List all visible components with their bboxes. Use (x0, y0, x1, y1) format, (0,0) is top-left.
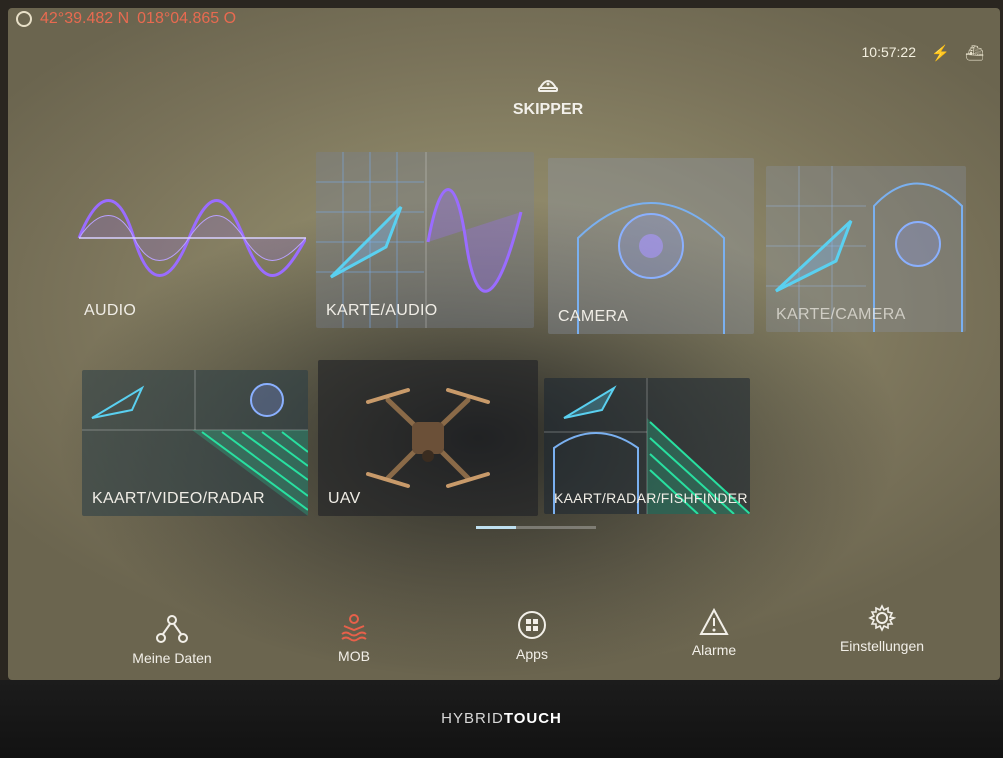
dock-meine-daten[interactable]: Meine Daten (112, 614, 232, 666)
apps-grid-icon (518, 611, 546, 639)
longitude: 018°04.865 O (137, 10, 237, 27)
tile-karte-camera-label: KARTE/CAMERA (776, 306, 906, 323)
tile-kaart-radar-fishfinder-label: KAART/RADAR/FISHFINDER (554, 490, 748, 506)
tile-kaart-video-radar-label: KAART/VIDEO/RADAR (92, 490, 265, 507)
dock-meine-daten-label: Meine Daten (132, 650, 212, 666)
brand-prefix: HYBRID (441, 710, 504, 727)
dock-apps-label: Apps (516, 646, 548, 662)
page-indicator-active (476, 526, 516, 529)
dock-mob[interactable]: MOB (294, 612, 414, 664)
tile-karte-audio[interactable]: KARTE/AUDIO (316, 152, 534, 328)
dock-alarme[interactable]: Alarme (654, 608, 774, 658)
dock-mob-label: MOB (338, 648, 370, 664)
profile-selector[interactable]: SKIPPER (498, 76, 598, 119)
display-screen: 42°39.482 N 018°04.865 O 10:57:22 ⚡ ⛴ SK… (8, 8, 1000, 680)
brand-suffix: TOUCH (503, 710, 562, 727)
device-brand: HYBRIDTOUCH (0, 710, 1003, 727)
status-bar: 42°39.482 N 018°04.865 O (8, 8, 1000, 38)
gear-icon (868, 604, 896, 632)
tile-uav-label: UAV (328, 490, 361, 507)
tile-kaart-radar-fishfinder[interactable]: KAART/RADAR/FISHFINDER (544, 378, 750, 514)
man-overboard-icon (341, 614, 367, 642)
page-indicator[interactable] (476, 526, 596, 529)
dock-alarme-label: Alarme (691, 642, 737, 658)
signal-icon: ⚡ (931, 45, 950, 62)
tile-uav[interactable]: UAV (318, 360, 538, 516)
clock: 10:57:22 (861, 44, 917, 60)
tile-audio[interactable]: AUDIO (74, 178, 306, 328)
globe-icon (16, 11, 32, 27)
dock-einstellungen[interactable]: Einstellungen (812, 604, 952, 654)
tile-audio-label: AUDIO (84, 302, 137, 319)
waypoints-icon (156, 615, 188, 643)
dock-apps[interactable]: Apps (472, 610, 592, 662)
tile-karte-audio-label: KARTE/AUDIO (326, 302, 438, 319)
boat-status-icon[interactable]: ⛴ (965, 44, 984, 62)
tile-camera-label: CAMERA (558, 308, 629, 325)
tile-camera[interactable]: CAMERA (548, 158, 754, 334)
tile-kaart-video-radar[interactable]: KAART/VIDEO/RADAR (82, 370, 308, 516)
tile-karte-camera[interactable]: KARTE/CAMERA (766, 166, 966, 332)
position-readout: 42°39.482 N 018°04.865 O (16, 10, 236, 28)
profile-name: SKIPPER (512, 101, 584, 118)
latitude: 42°39.482 N (40, 10, 130, 27)
skipper-cap-icon (538, 80, 558, 92)
dock-einstellungen-label: Einstellungen (839, 638, 925, 654)
warning-triangle-icon (699, 608, 729, 635)
